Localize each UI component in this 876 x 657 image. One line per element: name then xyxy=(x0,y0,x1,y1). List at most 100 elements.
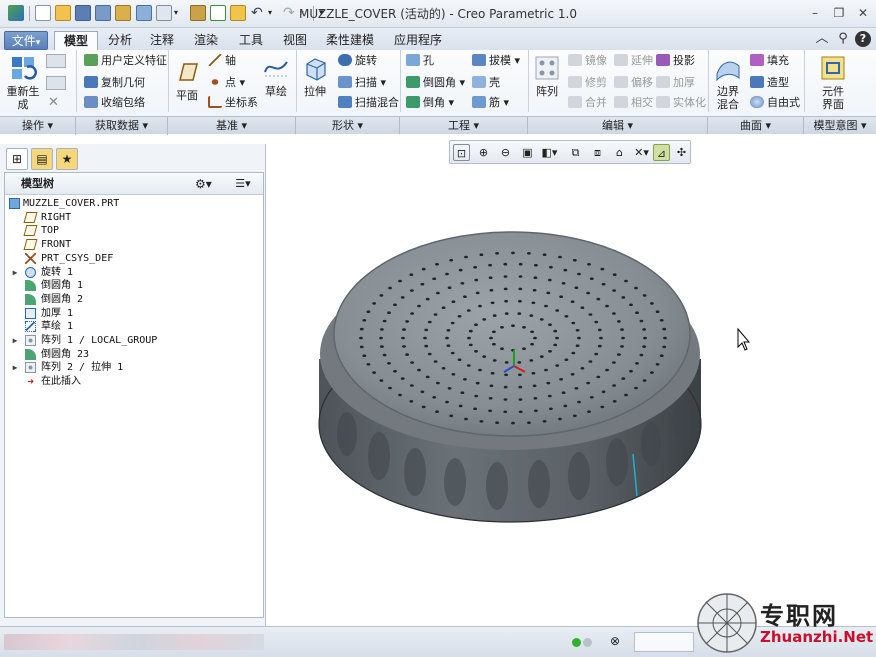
expand-arrow-icon[interactable]: ▶ xyxy=(11,334,19,347)
tab-tools[interactable]: 工具 xyxy=(231,31,271,50)
sweep-button[interactable]: 扫描 ▾ xyxy=(338,76,386,90)
tree-item[interactable]: 倒圆角 1 xyxy=(5,279,263,292)
tab-applications[interactable]: 应用程序 xyxy=(386,31,450,50)
chamfer-button[interactable]: 倒角 ▾ xyxy=(406,96,454,110)
freestyle-button[interactable]: 自由式 xyxy=(750,96,800,110)
tree-item[interactable]: ▶ 阵列 2 / 拉伸 1 xyxy=(5,361,263,374)
tab-flexible-modeling[interactable]: 柔性建模 xyxy=(318,31,382,50)
tree-item[interactable]: ▶ 旋转 1 xyxy=(5,266,263,279)
regenerate-button[interactable]: 重新生 成 xyxy=(6,54,40,111)
tab-analysis[interactable]: 分析 xyxy=(100,31,140,50)
selection-filter[interactable] xyxy=(634,632,694,652)
pattern-button[interactable]: 阵列 xyxy=(532,54,562,98)
tab-annotate[interactable]: 注释 xyxy=(142,31,182,50)
intersect-button[interactable]: 相交 xyxy=(614,96,653,110)
mirror-button[interactable]: 镜像 xyxy=(568,54,607,68)
tree-show-icon[interactable]: ☰▾ xyxy=(231,176,255,192)
revolve-button[interactable]: 旋转 xyxy=(338,54,377,68)
udf-button[interactable]: 用户定义特征 xyxy=(84,54,167,68)
group-engineering[interactable]: 工程 ▾ xyxy=(400,117,528,135)
verify-icon[interactable] xyxy=(210,5,226,21)
shrinkwrap-button[interactable]: 收缩包络 xyxy=(84,96,145,110)
swept-blend-button[interactable]: 扫描混合 xyxy=(338,96,399,110)
round-button[interactable]: 倒圆角 ▾ xyxy=(406,76,465,90)
draft-button[interactable]: 拔模 ▾ xyxy=(472,54,520,68)
point-button[interactable]: 点 ▾ xyxy=(208,76,245,90)
rib-button[interactable]: 筋 ▾ xyxy=(472,96,509,110)
group-datum[interactable]: 基准 ▾ xyxy=(168,117,296,135)
tree-item[interactable]: 加厚 1 xyxy=(5,307,263,320)
tab-render[interactable]: 渲染 xyxy=(186,31,226,50)
delete-icon[interactable]: ✕ xyxy=(48,96,59,110)
tab-model[interactable]: 模型 xyxy=(54,31,98,51)
redo-icon[interactable]: ↷ xyxy=(283,5,299,21)
copy-icon[interactable] xyxy=(46,54,66,68)
minimize-button[interactable]: – xyxy=(806,5,824,21)
plane-button[interactable]: 平面 xyxy=(172,58,202,102)
new-file-icon[interactable] xyxy=(35,5,51,21)
tree-settings-icon[interactable]: ⚙▾ xyxy=(195,176,212,192)
model-tree-tab[interactable]: ⊞ xyxy=(6,148,28,170)
favorites-tab[interactable]: ★ xyxy=(56,148,78,170)
merge-button[interactable]: 合并 xyxy=(568,96,607,110)
search-icon[interactable]: ⚲ xyxy=(835,31,851,47)
csys-button[interactable]: 坐标系 xyxy=(208,96,258,110)
expand-arrow-icon[interactable]: ▶ xyxy=(11,361,19,374)
help-icon[interactable]: ? xyxy=(855,31,871,47)
restore-button[interactable]: ❐ xyxy=(830,5,848,21)
style-button[interactable]: 造型 xyxy=(750,76,789,90)
redo-dropdown-icon[interactable]: ▾ xyxy=(300,5,308,21)
tree-item[interactable]: ➜ 在此插入 xyxy=(5,375,263,388)
component-interface-button[interactable]: 元件 界面 xyxy=(816,54,850,111)
close-window-icon[interactable] xyxy=(190,5,206,21)
copy-geometry-button[interactable]: 复制几何 xyxy=(84,76,145,90)
solidify-button[interactable]: 实体化 xyxy=(656,96,706,110)
tree-item[interactable]: MUZZLE_COVER.PRT xyxy=(5,197,263,210)
group-editing[interactable]: 编辑 ▾ xyxy=(528,117,708,135)
close-button[interactable]: ✕ xyxy=(854,5,872,21)
windows-icon[interactable] xyxy=(156,5,172,21)
offset-button[interactable]: 偏移 xyxy=(614,76,653,90)
tab-file[interactable]: 文件▾ xyxy=(4,31,48,50)
paste-icon[interactable] xyxy=(46,76,66,90)
folder-icon[interactable] xyxy=(230,5,246,21)
project-button[interactable]: 投影 xyxy=(656,54,695,68)
group-surfaces[interactable]: 曲面 ▾ xyxy=(708,117,804,135)
boundary-blend-button[interactable]: 边界 混合 xyxy=(712,54,744,111)
model-display-icon[interactable] xyxy=(115,5,131,21)
thicken-button[interactable]: 加厚 xyxy=(656,76,695,90)
shell-button[interactable]: 壳 xyxy=(472,76,500,90)
sketch-button[interactable]: 草绘 xyxy=(262,54,290,98)
group-model-intent[interactable]: 模型意图 ▾ xyxy=(804,117,876,135)
tab-view[interactable]: 视图 xyxy=(275,31,315,50)
undo-dropdown-icon[interactable]: ▾ xyxy=(268,5,276,21)
binoculars-icon[interactable]: ⊗ xyxy=(606,634,624,650)
open-file-icon[interactable] xyxy=(55,5,71,21)
extend-button[interactable]: 延伸 xyxy=(614,54,653,68)
group-get-data[interactable]: 获取数据 ▾ xyxy=(76,117,168,135)
tree-item[interactable]: 倒圆角 2 xyxy=(5,293,263,306)
tree-item[interactable]: 草绘 1 xyxy=(5,320,263,333)
expand-arrow-icon[interactable]: ▶ xyxy=(11,266,19,279)
customize-toolbar-icon[interactable]: ▾ xyxy=(319,5,329,21)
group-shapes[interactable]: 形状 ▾ xyxy=(296,117,400,135)
tree-item[interactable]: RIGHT xyxy=(5,211,263,224)
tree-item[interactable]: FRONT xyxy=(5,238,263,251)
collapse-ribbon-icon[interactable]: ︿ xyxy=(814,31,830,47)
tree-item[interactable]: 倒圆角 23 xyxy=(5,348,263,361)
dropdown-arrow-icon[interactable]: ▾ xyxy=(174,5,182,21)
hole-button[interactable]: 孔 xyxy=(406,54,434,68)
undo-icon[interactable]: ↶ xyxy=(251,5,267,21)
graphics-window[interactable]: ⊡ ⊕ ⊖ ▣ ◧▾ ⧉ ⧈ ⌂ ✕▾ ⊿ ✣ xyxy=(267,134,876,626)
group-operations[interactable]: 操作 ▾ xyxy=(0,117,76,135)
axis-button[interactable]: 轴 xyxy=(208,54,236,68)
folder-browser-tab[interactable]: ▤ xyxy=(31,148,53,170)
save-icon[interactable] xyxy=(75,5,91,21)
save-copy-icon[interactable] xyxy=(95,5,111,21)
tree-item[interactable]: ▶ 阵列 1 / LOCAL_GROUP xyxy=(5,334,263,347)
trim-button[interactable]: 修剪 xyxy=(568,76,607,90)
tree-item[interactable]: TOP xyxy=(5,224,263,237)
tree-item[interactable]: PRT_CSYS_DEF xyxy=(5,252,263,265)
regenerate-icon[interactable] xyxy=(136,5,152,21)
extrude-button[interactable]: 拉伸 xyxy=(300,54,330,98)
